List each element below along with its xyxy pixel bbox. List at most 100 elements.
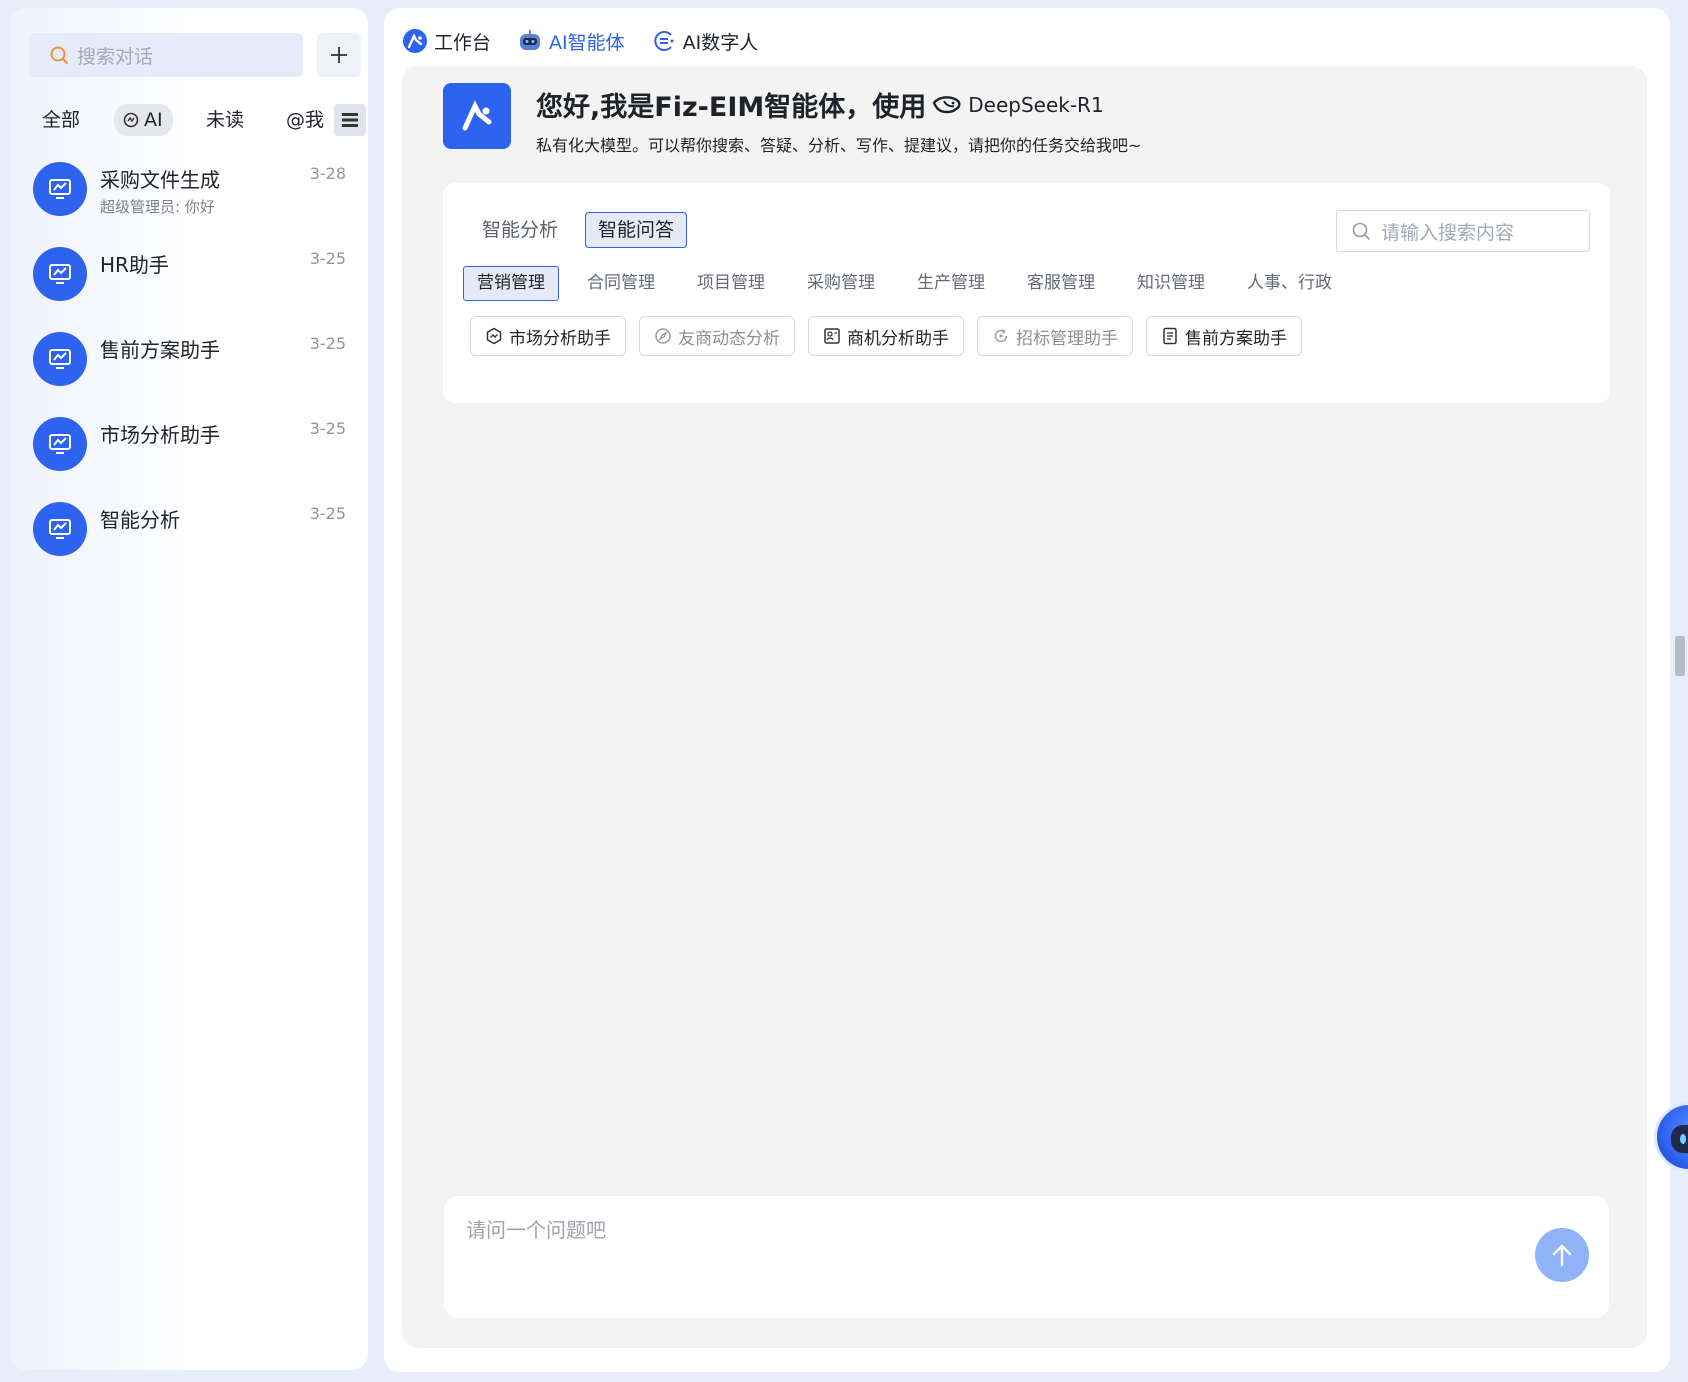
conversation-avatar — [33, 417, 87, 471]
mode-tabs: 智能分析 智能问答 — [469, 212, 688, 248]
conversation-sidebar: 搜索对话 全部 AI 未读 @我 采购文件生成 超级管理员: 你好 3-28 H… — [10, 8, 368, 1370]
page-scrollbar-thumb[interactable] — [1675, 636, 1685, 676]
document-icon — [1163, 327, 1177, 345]
send-button[interactable] — [1535, 1228, 1589, 1282]
category-tab[interactable]: 知识管理 — [1123, 266, 1219, 301]
search-icon — [50, 46, 68, 64]
tab-ai-agent[interactable]: AI智能体 — [517, 24, 625, 58]
greeting-title: 您好,我是Fiz-EIM智能体，使用 DeepSeek-R1 — [536, 85, 1104, 124]
filter-unread[interactable]: 未读 — [206, 104, 244, 136]
tab-workbench[interactable]: 工作台 — [402, 24, 491, 58]
assistant-label: 商机分析助手 — [847, 328, 949, 349]
assistant-bidding-management[interactable]: 招标管理助手 — [977, 316, 1133, 356]
conversation-avatar — [33, 162, 87, 216]
menu-icon — [342, 113, 358, 127]
conversation-date: 3-25 — [309, 334, 346, 353]
mode-tab-qa[interactable]: 智能问答 — [585, 212, 688, 248]
tab-ai-avatar[interactable]: AI数字人 — [651, 24, 759, 58]
conversation-list: 采购文件生成 超级管理员: 你好 3-28 HR助手 3-25 售前方案助手 3… — [10, 148, 368, 573]
filter-all[interactable]: 全部 — [42, 104, 80, 136]
conversation-date: 3-28 — [309, 164, 346, 183]
fiz-logo — [443, 83, 511, 149]
search-placeholder: 搜索对话 — [77, 45, 154, 68]
conversation-item[interactable]: 市场分析助手 3-25 — [10, 403, 368, 488]
id-card-icon — [824, 328, 840, 344]
conversation-item[interactable]: 采购文件生成 超级管理员: 你好 3-28 — [10, 148, 368, 233]
conversation-title: 市场分析助手 — [100, 423, 220, 447]
assistant-presales-solution[interactable]: 售前方案助手 — [1146, 316, 1302, 356]
category-tab[interactable]: 客服管理 — [1013, 266, 1109, 301]
assistant-competitor-analysis[interactable]: 友商动态分析 — [639, 316, 795, 356]
assistant-market-analysis[interactable]: 市场分析助手 — [470, 316, 626, 356]
conversation-item[interactable]: HR助手 3-25 — [10, 233, 368, 318]
conversation-item[interactable]: 售前方案助手 3-25 — [10, 318, 368, 403]
conversation-title: 采购文件生成 — [100, 168, 220, 192]
agent-selector-card: 智能分析 智能问答 请输入搜索内容 营销管理 合同管理 项目管理 采购管理 生产… — [443, 183, 1610, 403]
assistant-label: 售前方案助手 — [1185, 328, 1287, 349]
assistant-label: 友商动态分析 — [678, 328, 780, 349]
main-panel: 工作台 AI智能体 AI数字人 您好,我是Fiz-EIM智能体，使用 DeepS… — [384, 8, 1670, 1372]
conversation-avatar — [33, 247, 87, 301]
hexagon-chart-icon — [486, 327, 502, 345]
question-input[interactable]: 请问一个问题吧 — [444, 1196, 1609, 1318]
conversation-preview: 超级管理员: 你好 — [100, 198, 215, 216]
conversation-filters: 全部 AI 未读 @我 — [32, 104, 366, 140]
fiz-logo-icon — [403, 29, 427, 53]
mode-tab-analysis[interactable]: 智能分析 — [469, 212, 571, 248]
conversation-title: 售前方案助手 — [100, 338, 220, 362]
top-navigation: 工作台 AI智能体 AI数字人 — [402, 24, 758, 58]
plus-icon — [331, 47, 347, 63]
conversation-avatar — [33, 502, 87, 556]
category-tab[interactable]: 合同管理 — [573, 266, 669, 301]
category-tab[interactable]: 生产管理 — [903, 266, 999, 301]
new-conversation-button[interactable] — [317, 33, 361, 77]
filter-menu-button[interactable] — [334, 104, 366, 136]
tab-workbench-label: 工作台 — [434, 31, 492, 54]
agent-search-placeholder: 请输入搜索内容 — [1381, 221, 1515, 244]
category-tab[interactable]: 营销管理 — [463, 266, 559, 301]
model-name: DeepSeek-R1 — [968, 92, 1104, 117]
monitor-chart-icon — [49, 264, 71, 284]
greeting-text: 您好,我是Fiz-EIM智能体，使用 — [536, 92, 927, 123]
robot-icon — [520, 30, 541, 50]
filter-ai-label: AI — [144, 109, 163, 131]
search-icon — [1352, 222, 1370, 240]
greeting-description: 私有化大模型。可以帮你搜索、答疑、分析、写作、提建议，请把你的任务交给我吧~ — [536, 136, 1142, 155]
question-input-placeholder: 请问一个问题吧 — [466, 1218, 606, 1242]
chat-content-area: 您好,我是Fiz-EIM智能体，使用 DeepSeek-R1 私有化大模型。可以… — [402, 66, 1647, 1348]
digital-human-icon — [653, 31, 674, 51]
refresh-icon — [994, 328, 1008, 343]
assistant-opportunity-analysis[interactable]: 商机分析助手 — [808, 316, 964, 356]
assistant-label: 招标管理助手 — [1016, 328, 1118, 349]
monitor-chart-icon — [49, 349, 71, 369]
compass-icon — [655, 328, 671, 344]
conversation-date: 3-25 — [309, 249, 346, 268]
category-tab[interactable]: 采购管理 — [793, 266, 889, 301]
model-badge: DeepSeek-R1 — [932, 92, 1104, 117]
arrow-up-icon — [1552, 1244, 1572, 1267]
fiz-logo-icon — [462, 100, 492, 131]
tab-ai-agent-label: AI智能体 — [549, 31, 625, 54]
assistant-list: 市场分析助手 友商动态分析 商机分析助手 招标管理助手 售前方案助手 — [470, 316, 1302, 356]
robot-icon — [1671, 1125, 1688, 1153]
agent-search-input[interactable]: 请输入搜索内容 — [1336, 210, 1590, 252]
conversation-title: 智能分析 — [100, 508, 180, 532]
conversation-search-input[interactable]: 搜索对话 — [29, 33, 303, 77]
category-tab[interactable]: 人事、行政 — [1233, 266, 1346, 301]
monitor-chart-icon — [49, 179, 71, 199]
assistant-label: 市场分析助手 — [509, 328, 611, 349]
conversation-date: 3-25 — [309, 419, 346, 438]
sidebar-search-row: 搜索对话 — [29, 33, 361, 77]
ai-chat-icon — [123, 112, 139, 128]
category-tab[interactable]: 项目管理 — [683, 266, 779, 301]
conversation-avatar — [33, 332, 87, 386]
filter-mention[interactable]: @我 — [286, 104, 324, 136]
category-tabs: 营销管理 合同管理 项目管理 采购管理 生产管理 客服管理 知识管理 人事、行政 — [463, 266, 1346, 301]
monitor-chart-icon — [49, 519, 71, 539]
tab-ai-avatar-label: AI数字人 — [682, 31, 759, 54]
deepseek-whale-icon — [932, 95, 961, 113]
conversation-item[interactable]: 智能分析 3-25 — [10, 488, 368, 573]
monitor-chart-icon — [49, 434, 71, 454]
filter-ai[interactable]: AI — [114, 104, 173, 136]
conversation-title: HR助手 — [100, 253, 169, 277]
